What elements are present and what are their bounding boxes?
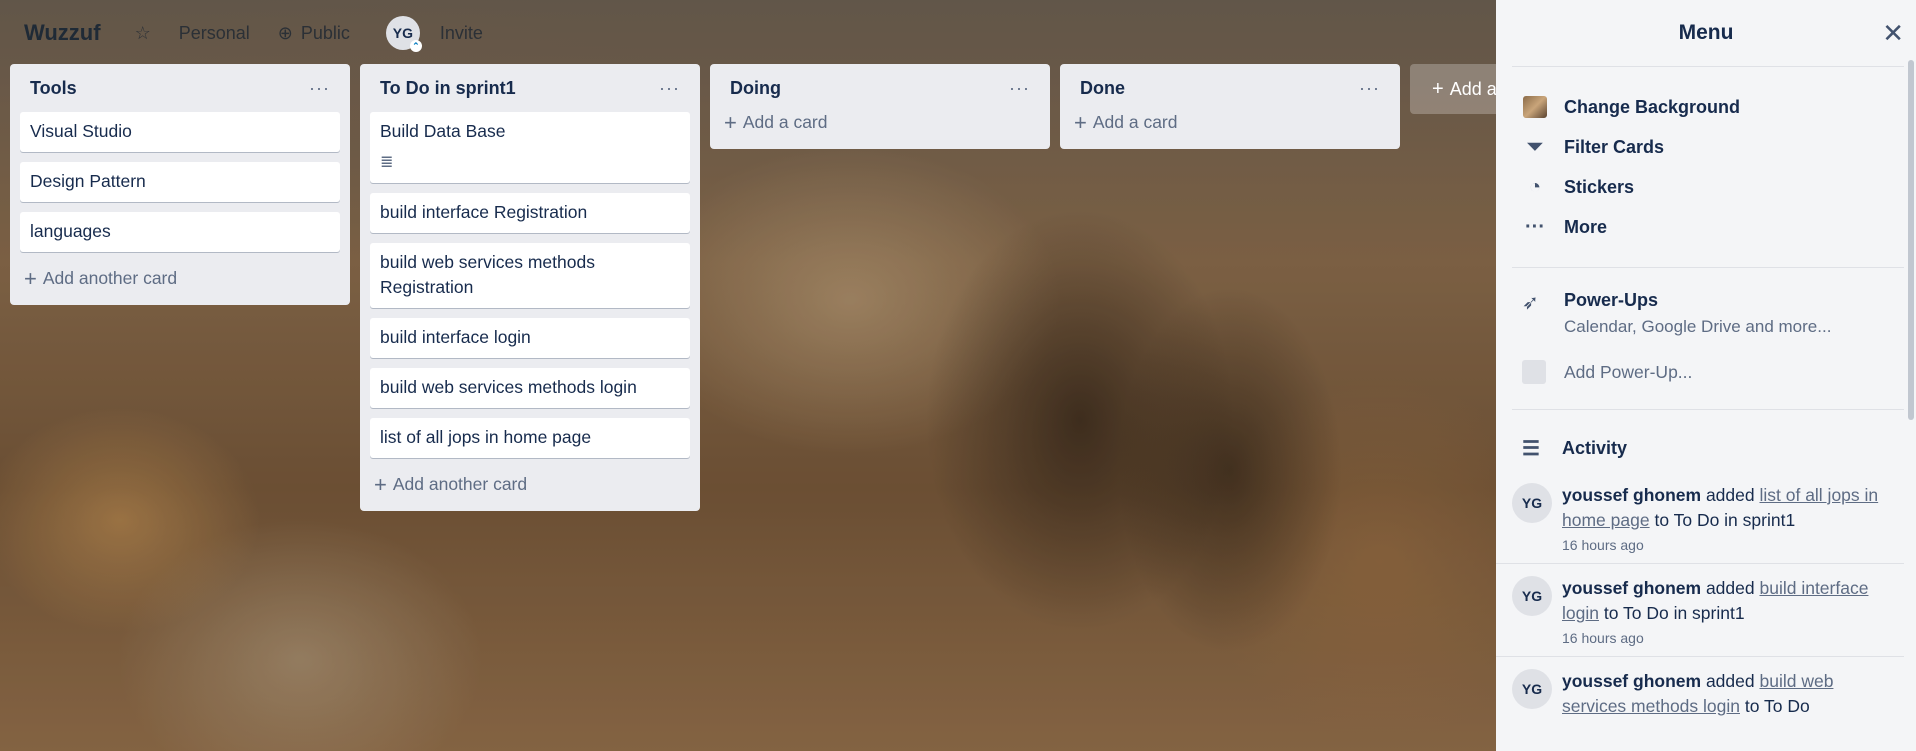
board-title[interactable]: Wuzzuf	[24, 20, 101, 46]
description-icon: ≣	[380, 154, 394, 171]
menu-item-label: Change Background	[1564, 96, 1741, 117]
board-header: Wuzzuf ☆ Personal ⊕ Public YG ⌃ Invite	[0, 0, 1496, 66]
activity-target: to To Do in sprint1	[1603, 603, 1745, 623]
card[interactable]: build web services methods login	[370, 368, 690, 408]
activity-header: ☰ Activity	[1496, 410, 1916, 471]
background-thumbnail-icon	[1522, 94, 1548, 120]
list-done: Done ··· + Add a card	[1060, 64, 1400, 149]
globe-icon: ⊕	[277, 22, 293, 43]
list-menu-icon[interactable]: ···	[309, 78, 330, 99]
add-card-label: Add a card	[1092, 112, 1178, 132]
add-card-button[interactable]: + Add another card	[20, 262, 340, 295]
member-initials: YG	[392, 25, 413, 41]
menu-item-change-background[interactable]: Change Background	[1496, 87, 1916, 127]
list-menu-icon[interactable]: ···	[1009, 78, 1030, 99]
menu-item-label: Stickers	[1564, 176, 1635, 197]
filter-icon: ⏷	[1527, 135, 1543, 158]
add-power-up-label: Add Power-Up...	[1564, 361, 1693, 382]
sticker-icon: ◔	[1528, 175, 1542, 198]
menu-item-more[interactable]: ··· More	[1496, 207, 1916, 247]
power-ups-section[interactable]: ➶ Power-Ups Calendar, Google Drive and m…	[1496, 268, 1916, 337]
list-todo-sprint1: To Do in sprint1 ··· Build Data Base ≣ b…	[360, 64, 700, 511]
activity-icon: ☰	[1522, 438, 1540, 460]
activity-target: to To Do	[1744, 696, 1810, 716]
menu-title: Menu	[1678, 21, 1734, 44]
menu-item-label: Filter Cards	[1564, 136, 1665, 157]
close-icon[interactable]: ✕	[1882, 18, 1904, 49]
list-title[interactable]: Done	[1080, 78, 1125, 99]
avatar[interactable]: YG	[1512, 576, 1552, 616]
card-title: Build Data Base	[380, 121, 506, 141]
card[interactable]: build interface login	[370, 318, 690, 358]
add-card-label: Add another card	[392, 474, 528, 494]
rocket-icon: ➶	[1522, 292, 1539, 314]
power-ups-subtitle: Calendar, Google Drive and more...	[1564, 317, 1832, 336]
card[interactable]: Visual Studio	[20, 112, 340, 152]
activity-user[interactable]: youssef ghonem	[1562, 671, 1701, 691]
activity-user[interactable]: youssef ghonem	[1562, 485, 1701, 505]
card[interactable]: languages	[20, 212, 340, 252]
avatar[interactable]: YG	[1512, 669, 1552, 709]
more-icon: ···	[1525, 215, 1545, 238]
card[interactable]: Design Pattern	[20, 162, 340, 202]
list-tools: Tools ··· Visual Studio Design Pattern l…	[10, 64, 350, 305]
activity-verb: added	[1705, 578, 1755, 598]
activity-verb: added	[1705, 485, 1755, 505]
visibility-button[interactable]: ⊕ Public	[278, 23, 350, 44]
card[interactable]: build interface Registration	[370, 193, 690, 233]
star-button[interactable]: ☆	[135, 23, 151, 44]
activity-item: YG youssef ghonem added build interface …	[1496, 564, 1904, 657]
activity-verb: added	[1705, 671, 1755, 691]
activity-item: YG youssef ghonem added build web servic…	[1496, 657, 1904, 729]
activity-time[interactable]: 16 hours ago	[1562, 630, 1880, 646]
activity-target: to To Do in sprint1	[1654, 510, 1796, 530]
menu-item-stickers[interactable]: ◔ Stickers	[1496, 167, 1916, 207]
list-title[interactable]: To Do in sprint1	[380, 78, 516, 99]
plus-icon: +	[1074, 109, 1087, 135]
plus-icon: +	[24, 265, 37, 291]
list-title[interactable]: Doing	[730, 78, 781, 99]
menu-item-filter-cards[interactable]: ⏷ Filter Cards	[1496, 127, 1916, 167]
add-card-label: Add a card	[742, 112, 828, 132]
list-doing: Doing ··· + Add a card	[710, 64, 1050, 149]
plus-icon: +	[724, 109, 737, 135]
add-power-up-button[interactable]: Add Power-Up...	[1496, 343, 1916, 387]
star-icon: ☆	[134, 22, 151, 43]
board-menu: Menu ✕ Change Background ⏷ Filter Cards …	[1496, 0, 1916, 751]
activity-item: YG youssef ghonem added list of all jops…	[1496, 471, 1904, 564]
plus-icon: +	[374, 471, 387, 497]
list-title[interactable]: Tools	[30, 78, 77, 99]
avatar[interactable]: YG	[1512, 483, 1552, 523]
visibility-label: Public	[300, 22, 350, 43]
add-card-label: Add another card	[42, 268, 178, 288]
admin-badge-icon: ⌃	[409, 40, 422, 52]
invite-label: Invite	[439, 22, 483, 43]
activity-time[interactable]: 16 hours ago	[1562, 537, 1880, 553]
list-menu-icon[interactable]: ···	[1359, 78, 1380, 99]
add-card-button[interactable]: + Add another card	[370, 468, 690, 501]
member-avatar[interactable]: YG ⌃	[385, 16, 422, 52]
power-ups-title: Power-Ups	[1564, 290, 1659, 310]
activity-title: Activity	[1562, 438, 1628, 458]
menu-scrollbar[interactable]	[1908, 60, 1914, 420]
card[interactable]: build web services methods Registration	[370, 243, 690, 308]
workspace-label: Personal	[178, 22, 250, 43]
add-card-button[interactable]: + Add a card	[720, 109, 1040, 139]
add-card-button[interactable]: + Add a card	[1070, 109, 1390, 139]
card[interactable]: Build Data Base ≣	[370, 112, 690, 183]
add-list-label: Add a	[1449, 78, 1497, 99]
card[interactable]: list of all jops in home page	[370, 418, 690, 458]
menu-item-label: More	[1564, 216, 1608, 237]
list-menu-icon[interactable]: ···	[659, 78, 680, 99]
power-up-placeholder-icon	[1522, 360, 1546, 384]
plus-icon: +	[1432, 77, 1444, 100]
workspace-button[interactable]: Personal	[179, 23, 250, 44]
activity-user[interactable]: youssef ghonem	[1562, 578, 1701, 598]
invite-button[interactable]: Invite	[440, 23, 483, 44]
